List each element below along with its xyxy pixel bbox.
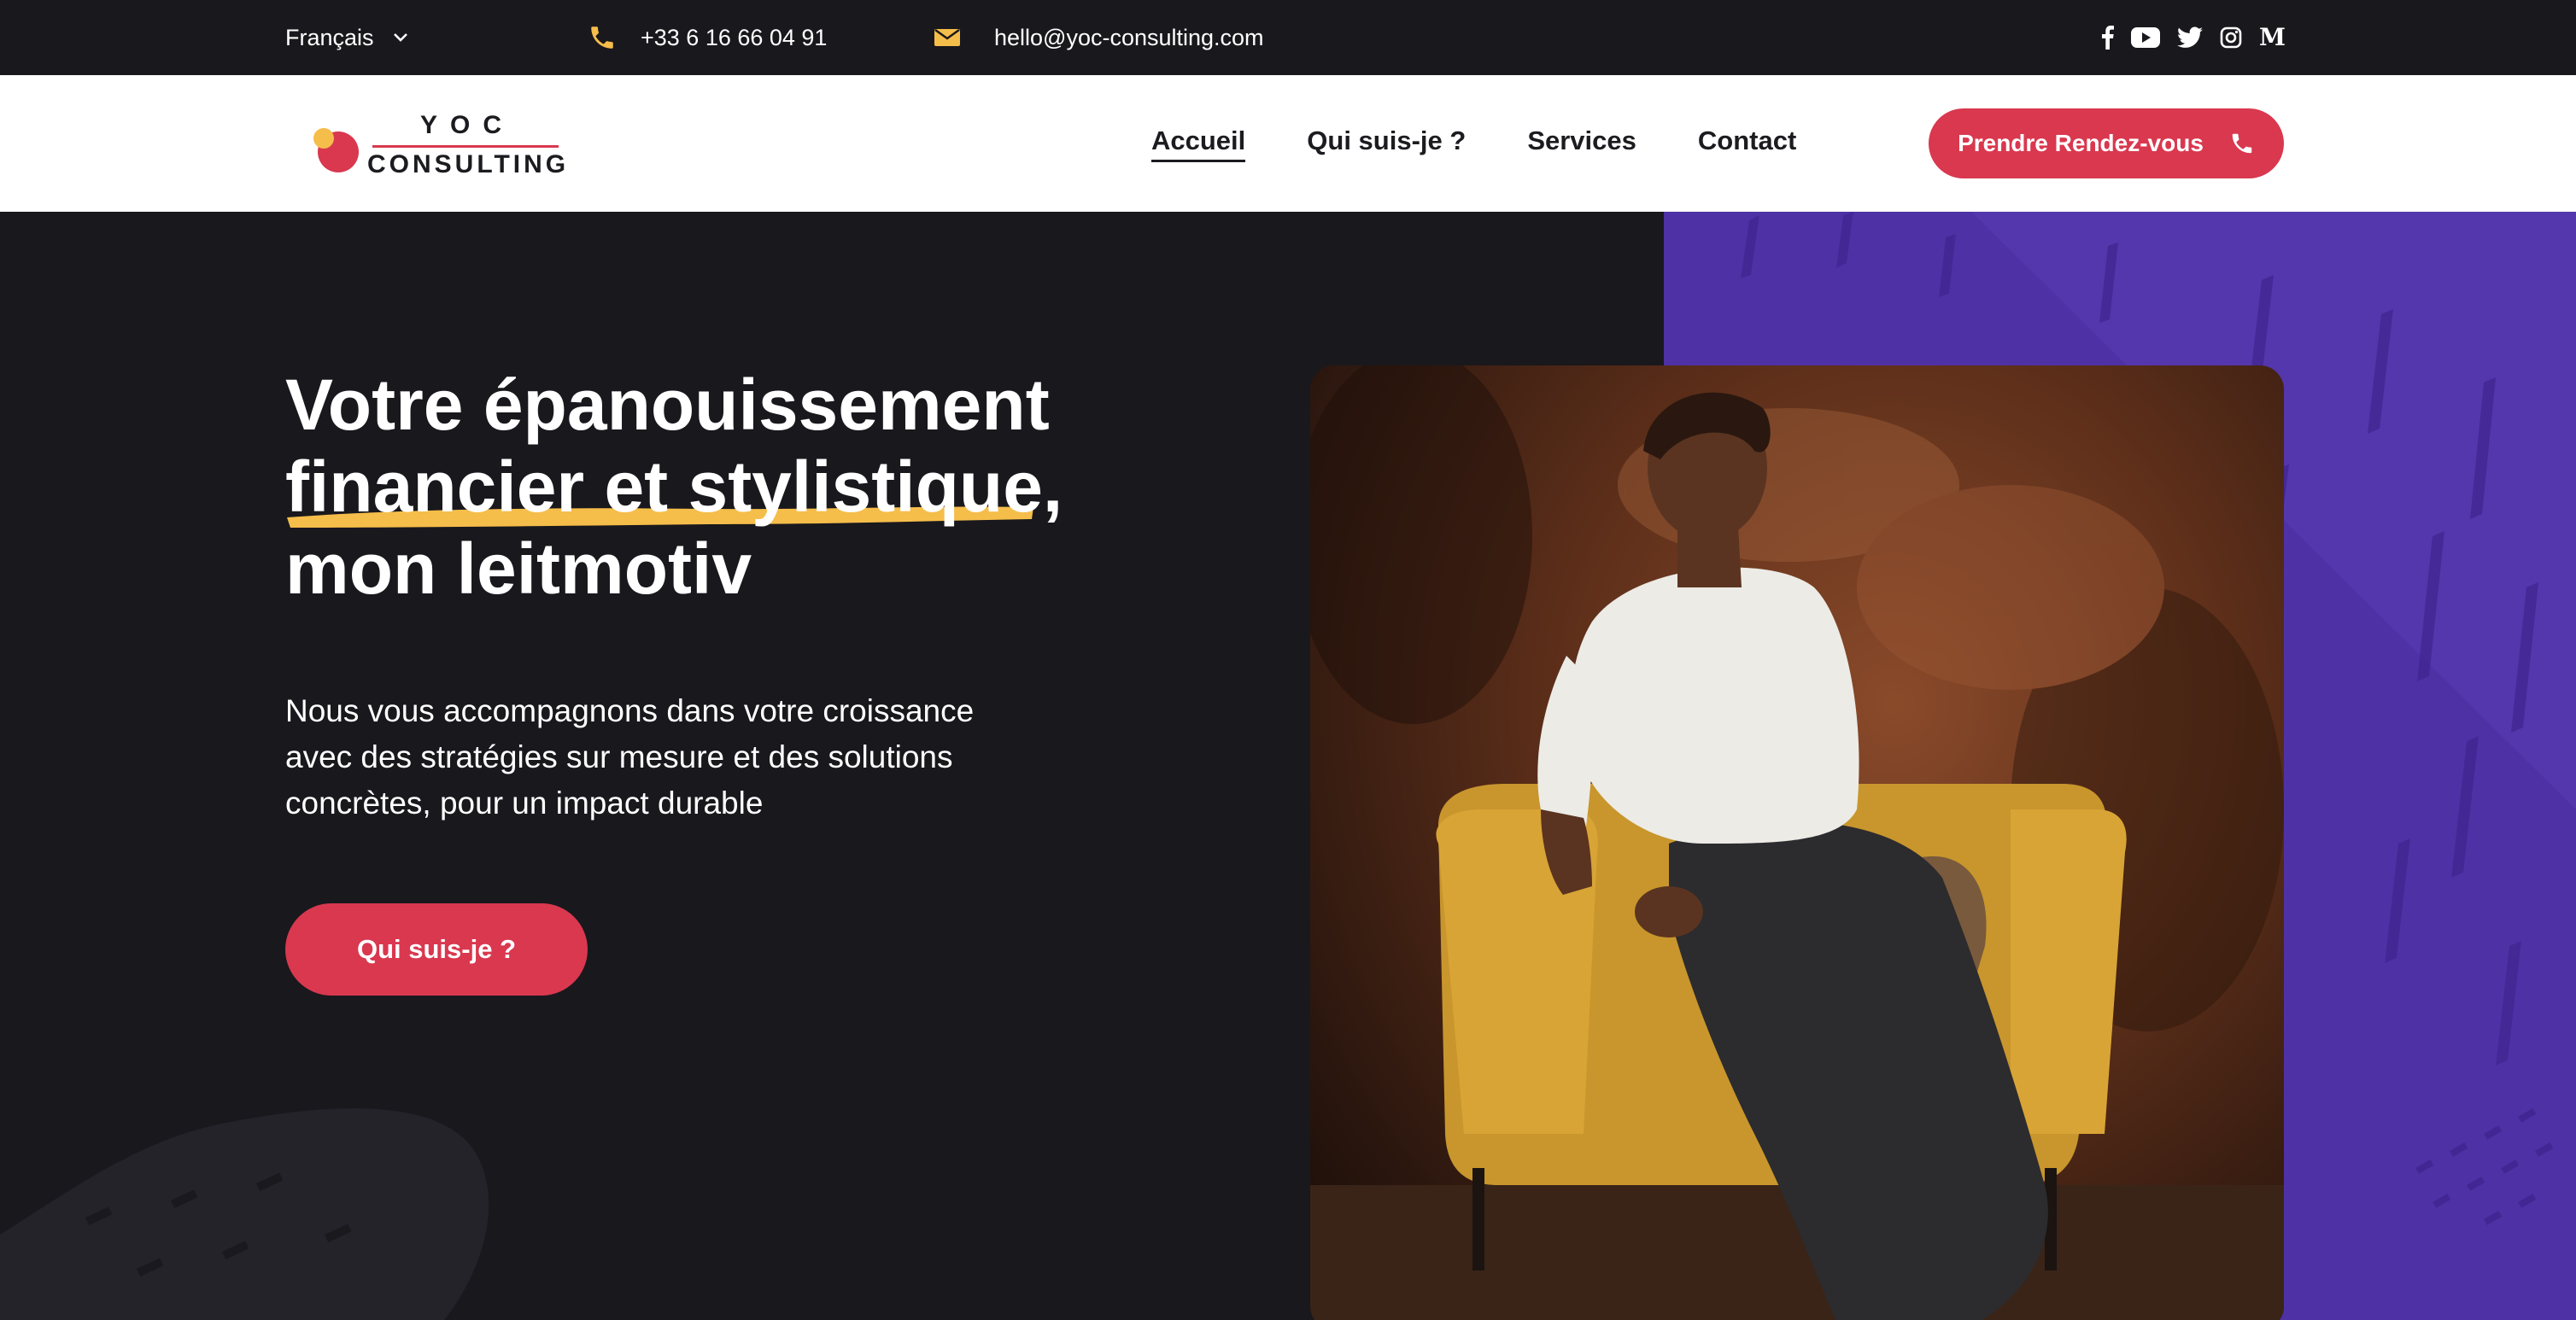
lead-line-2: avec des stratégies sur mesure et des so…: [285, 739, 953, 774]
headline-highlight-text: financier et stylistique: [285, 447, 1043, 527]
site-header: YOC CONSULTING Accueil Qui suis-je ? Ser…: [0, 75, 2576, 212]
decorative-wave: [0, 1108, 489, 1320]
phone-number: +33 6 16 66 04 91: [641, 24, 828, 50]
about-me-button[interactable]: Qui suis-je ?: [285, 903, 588, 996]
twitter-icon[interactable]: [2177, 24, 2203, 51]
envelope-icon: [934, 27, 960, 48]
headline-line-1: Votre épanouissement: [285, 365, 1050, 445]
social-links: M: [2102, 0, 2286, 75]
nav-item-services[interactable]: Services: [1527, 126, 1636, 162]
lead-line-3: concrètes, pour un impact durable: [285, 786, 764, 821]
hero-section: Votre épanouissement financier et stylis…: [0, 212, 2576, 1320]
book-appointment-label: Prendre Rendez-vous: [1958, 130, 2204, 156]
logo-text-top: YOC: [420, 111, 515, 139]
language-label: Français: [285, 24, 374, 50]
instagram-icon[interactable]: [2220, 24, 2242, 51]
headline-line-3: mon leitmotiv: [285, 529, 752, 609]
headline-comma: ,: [1042, 447, 1063, 527]
lead-line-1: Nous vous accompagnons dans votre croiss…: [285, 693, 975, 728]
headline-highlight: financier et stylistique: [285, 446, 1043, 528]
top-bar: Français +33 6 16 66 04 91 hello@yoc-con…: [0, 0, 2576, 75]
logo-text-bottom: CONSULTING: [367, 150, 570, 178]
nav-item-accueil[interactable]: Accueil: [1151, 126, 1246, 162]
phone-contact[interactable]: +33 6 16 66 04 91: [588, 0, 827, 75]
main-nav: Accueil Qui suis-je ? Services Contact: [1151, 75, 1796, 212]
language-selector[interactable]: Français: [285, 0, 408, 75]
logo-mark-icon: [313, 128, 359, 172]
portrait-illustration: [1310, 365, 2284, 1320]
phone-icon: [2229, 131, 2255, 156]
nav-item-qui-suis-je[interactable]: Qui suis-je ?: [1307, 126, 1466, 162]
medium-glyph: M: [2259, 23, 2286, 51]
email-address: hello@yoc-consulting.com: [994, 24, 1264, 50]
phone-icon: [588, 23, 617, 52]
hero-lead: Nous vous accompagnons dans votre croiss…: [285, 688, 1054, 826]
hero-portrait-photo: [1310, 365, 2284, 1320]
facebook-icon[interactable]: [2102, 24, 2114, 51]
hero-headline: Votre épanouissement financier et stylis…: [285, 364, 1139, 610]
youtube-icon[interactable]: [2131, 24, 2160, 51]
logo-divider: [372, 145, 559, 148]
email-contact[interactable]: hello@yoc-consulting.com: [934, 0, 1264, 75]
medium-icon[interactable]: M: [2259, 24, 2286, 51]
book-appointment-button[interactable]: Prendre Rendez-vous: [1929, 108, 2284, 178]
chevron-down-icon: [393, 32, 408, 43]
logo[interactable]: YOC CONSULTING: [311, 111, 567, 179]
nav-item-contact[interactable]: Contact: [1698, 126, 1796, 162]
